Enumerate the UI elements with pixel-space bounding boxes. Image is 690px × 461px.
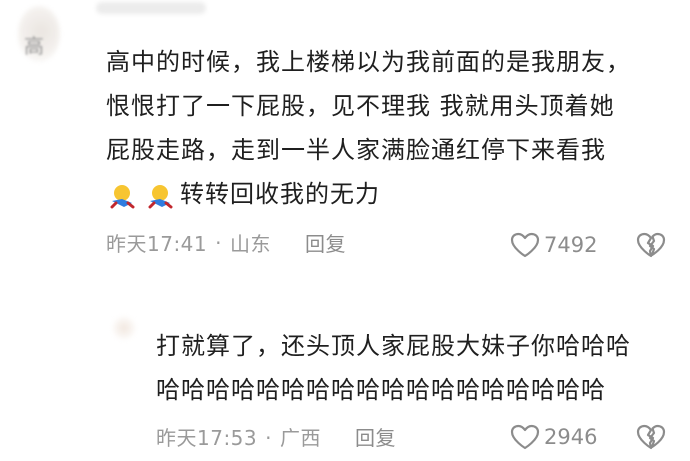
- comment-meta: 昨天17:41 · 山东 回复: [106, 228, 346, 257]
- reply-body: 打就算了，还头顶人家屁股大妹子你哈哈哈 哈哈哈哈哈哈哈哈哈哈哈哈哈哈哈哈哈哈: [156, 324, 676, 412]
- heart-icon: [510, 424, 540, 450]
- comment-line-2: 恨恨打了一下屁股，见不理我 我就用头顶着她: [106, 92, 615, 120]
- dislike-button[interactable]: [636, 232, 666, 262]
- reply-button[interactable]: 回复: [305, 232, 346, 256]
- emoji-group: [106, 181, 176, 209]
- reply-line-2: 哈哈哈哈哈哈哈哈哈哈哈哈哈哈哈哈哈哈: [156, 376, 606, 404]
- comment-location: 山东: [230, 232, 271, 256]
- reply-like-button[interactable]: 2946: [510, 424, 597, 450]
- reply-time: 昨天17:53: [156, 426, 258, 450]
- comment-line-1: 高中的时候，我上楼梯以为我前面的是我朋友，: [106, 48, 631, 76]
- comment-line-4: 转转回收我的无力: [106, 172, 676, 216]
- comment-time: 昨天17:41: [106, 232, 208, 256]
- reply-meta: 昨天17:53 · 广西 回复: [156, 422, 396, 451]
- like-count: 7492: [544, 233, 598, 257]
- separator-dot: ·: [215, 230, 222, 255]
- broken-heart-icon: [636, 424, 666, 450]
- reply-reply-button[interactable]: 回复: [355, 426, 396, 450]
- rolling-laugh-emoji: [148, 185, 173, 209]
- comment-line-4-text: 转转回收我的无力: [180, 180, 380, 208]
- comment-body: 高中的时候，我上楼梯以为我前面的是我朋友， 恨恨打了一下屁股，见不理我 我就用头…: [106, 40, 676, 216]
- reply-avatar[interactable]: [112, 316, 136, 340]
- reply-line-1: 打就算了，还头顶人家屁股大妹子你哈哈哈: [156, 332, 631, 360]
- reply-like-count: 2946: [544, 425, 598, 449]
- like-button[interactable]: 7492: [510, 232, 597, 258]
- separator-dot: ·: [265, 426, 272, 450]
- rolling-laugh-emoji: [110, 185, 135, 209]
- broken-heart-icon: [636, 232, 666, 258]
- avatar-blur-glyph: 高: [24, 34, 44, 58]
- heart-icon: [510, 232, 540, 258]
- reply-dislike-button[interactable]: [636, 424, 666, 454]
- comment-line-3: 屁股走路，走到一半人家满脸通红停下来看我: [106, 136, 606, 164]
- reply-location: 广西: [280, 426, 321, 450]
- username-blurred: [96, 2, 206, 14]
